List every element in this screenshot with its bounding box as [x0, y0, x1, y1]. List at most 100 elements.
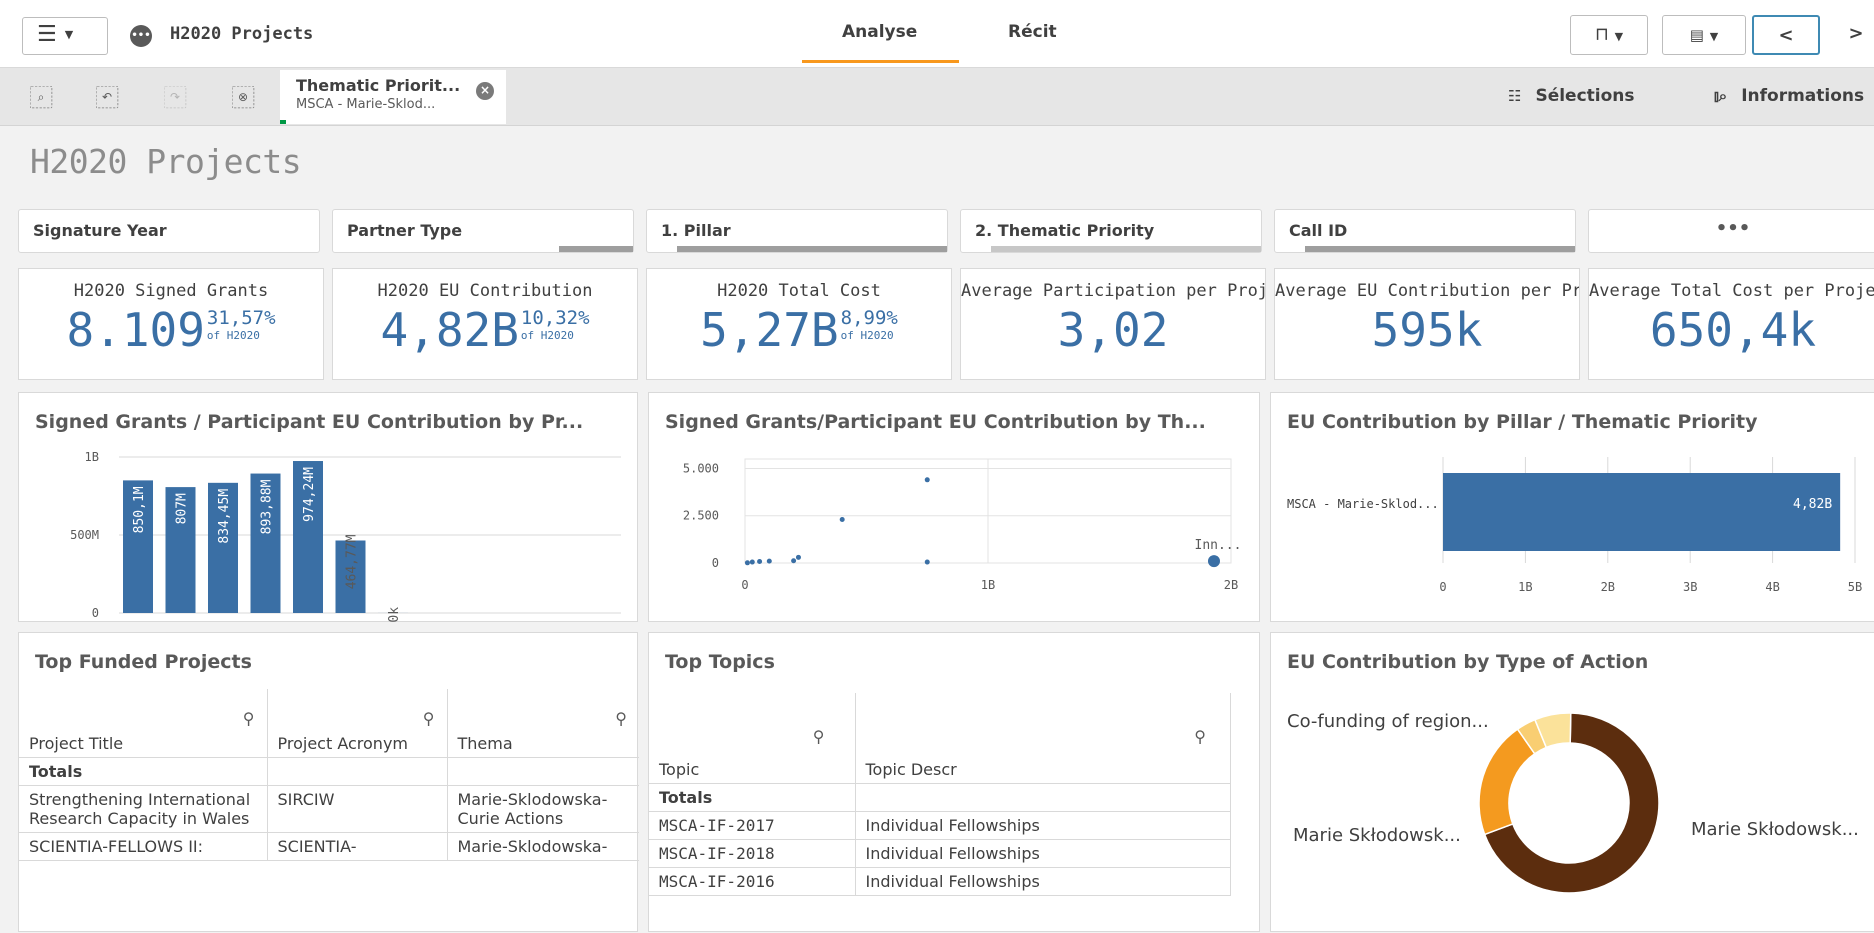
- kpi-of-label: of H2020: [841, 330, 898, 341]
- filter-state-bar: [677, 246, 947, 252]
- hbar-chart-panel[interactable]: EU Contribution by Pillar / Thematic Pri…: [1270, 392, 1874, 622]
- hbar-chart[interactable]: 01B2B3B4B5BMSCA - Marie-Sklod...4,82B: [1271, 393, 1874, 623]
- insights-label: Informations: [1741, 86, 1864, 106]
- x-tick-label: 0: [741, 578, 748, 592]
- data-label: 300k: [387, 607, 402, 623]
- totals-cell: [855, 783, 1231, 811]
- kpi-average-total-cost[interactable]: Average Total Cost per Project 650,4k: [1588, 268, 1874, 380]
- y-tick-label: 2.500: [683, 509, 719, 523]
- table-cell: SCIENTIA-FELLOWS II:: [19, 832, 267, 860]
- bookmarks-button[interactable]: ⊓ ▼: [1570, 15, 1648, 55]
- selection-chip[interactable]: Thematic Priorit... MSCA - Marie-Sklod..…: [280, 70, 506, 124]
- category-label: MSCA - Marie-Sklod...: [1287, 497, 1439, 511]
- filter-label: Signature Year: [33, 221, 167, 240]
- table-cell: Individual Fellowships: [855, 839, 1231, 867]
- kpi-signed-grants[interactable]: H2020 Signed Grants 8.10931,57%of H2020: [18, 268, 324, 380]
- clear-selections-icon[interactable]: ⊗: [232, 86, 255, 109]
- x-tick-label: 5B: [1848, 580, 1862, 594]
- selections-button[interactable]: ☷Sélections: [1508, 86, 1635, 106]
- filter-pillar[interactable]: 1. Pillar: [646, 209, 948, 253]
- kpi-title: H2020 Total Cost: [647, 281, 951, 301]
- search-icon[interactable]: ⚲: [813, 727, 825, 746]
- scatter-chart[interactable]: 02.5005.00001B2BInn...: [649, 393, 1261, 623]
- chevron-left-icon: <: [1778, 25, 1793, 46]
- chevron-down-icon: ▼: [1710, 30, 1718, 43]
- bookmark-icon: ⊓: [1595, 24, 1609, 45]
- kpi-eu-contribution[interactable]: H2020 EU Contribution 4,82B10,32%of H202…: [332, 268, 638, 380]
- search-icon[interactable]: ⚲: [423, 709, 435, 728]
- selection-bar: ⌕ ↶ ↷ ⊗ Thematic Priorit... MSCA - Marie…: [0, 68, 1874, 126]
- filter-signature-year[interactable]: Signature Year: [18, 209, 320, 253]
- kpi-percent: 8,99%: [841, 309, 898, 328]
- kpi-value: 3,02: [961, 303, 1265, 357]
- search-icon[interactable]: ⚲: [1194, 727, 1206, 746]
- donut-chart-panel[interactable]: EU Contribution by Type of Action Co-fun…: [1270, 632, 1874, 932]
- totals-row: Totals: [649, 783, 1231, 811]
- next-sheet-button[interactable]: >: [1826, 15, 1874, 55]
- column-header-thema[interactable]: Thema ⚲: [447, 689, 639, 757]
- x-tick-label: 1B: [1518, 580, 1532, 594]
- filter-thematic-priority[interactable]: 2. Thematic Priority: [960, 209, 1262, 253]
- filter-label: Partner Type: [347, 221, 462, 240]
- table-row[interactable]: SCIENTIA-FELLOWS II: SCIENTIA- Marie-Skl…: [19, 832, 639, 860]
- filter-label: Call ID: [1289, 221, 1347, 240]
- chip-indicator: [280, 120, 286, 124]
- totals-row: Totals: [19, 757, 639, 785]
- sheets-button[interactable]: ▤ ▼: [1662, 15, 1746, 55]
- column-header-project-acronym[interactable]: Project Acronym ⚲: [267, 689, 447, 757]
- donut-chart[interactable]: [1271, 633, 1874, 933]
- header-label: Project Acronym: [278, 734, 409, 753]
- data-label: 464,77M: [345, 534, 360, 589]
- filter-partner-type[interactable]: Partner Type: [332, 209, 634, 253]
- scatter-chart-panel[interactable]: Signed Grants/Participant EU Contributio…: [648, 392, 1260, 622]
- kpi-main-value: 4,82B: [380, 303, 518, 357]
- totals-label: Totals: [649, 783, 855, 811]
- table-row[interactable]: Strengthening International Research Cap…: [19, 785, 639, 832]
- table-cell: Marie-Sklodowska-Curie Actions: [447, 785, 639, 832]
- filter-call-id[interactable]: Call ID: [1274, 209, 1576, 253]
- tab-analyse[interactable]: Analyse: [842, 22, 917, 42]
- kpi-average-eu-contribution[interactable]: Average EU Contribution per Pro... 595k: [1274, 268, 1580, 380]
- table-row[interactable]: MSCA-IF-2016 Individual Fellowships: [649, 867, 1231, 895]
- table-cell: Individual Fellowships: [855, 811, 1231, 839]
- kpi-percent: 10,32%: [521, 309, 590, 328]
- chip-field-name: Thematic Priorit...: [296, 76, 490, 95]
- donut-slice: [1479, 729, 1535, 834]
- navigation-menu-button[interactable]: ☰▼: [22, 17, 108, 55]
- app-title: H2020 Projects: [170, 24, 313, 44]
- kpi-value: 595k: [1275, 303, 1579, 357]
- data-label: 834,45M: [217, 489, 232, 544]
- search-icon[interactable]: ⚲: [243, 709, 255, 728]
- search-icon[interactable]: ⚲: [615, 709, 627, 728]
- header-label: Thema: [458, 734, 513, 753]
- kpi-of-label: of H2020: [207, 330, 276, 341]
- column-header-topic-descr[interactable]: Topic Descr⚲: [855, 693, 1231, 783]
- step-forward-icon[interactable]: ↷: [164, 86, 187, 109]
- close-icon[interactable]: ×: [476, 82, 494, 100]
- table-cell: MSCA-IF-2018: [649, 839, 855, 867]
- more-filters-button[interactable]: •••: [1588, 209, 1874, 253]
- step-back-icon[interactable]: ↶: [96, 86, 119, 109]
- table-row[interactable]: MSCA-IF-2017 Individual Fellowships: [649, 811, 1231, 839]
- app-icon: •••: [130, 25, 152, 47]
- scatter-point: [757, 559, 762, 564]
- table-row[interactable]: MSCA-IF-2018 Individual Fellowships: [649, 839, 1231, 867]
- previous-sheet-button[interactable]: <: [1752, 15, 1820, 55]
- chip-field-value: MSCA - Marie-Sklod...: [296, 97, 490, 112]
- column-header-project-title[interactable]: Project Title ⚲: [19, 689, 267, 757]
- insights-button[interactable]: ⫾⌕Informations: [1714, 86, 1864, 106]
- topics-table: Topic⚲ Topic Descr⚲ Totals MSCA-IF-2017 …: [649, 693, 1231, 896]
- bar-chart[interactable]: 0500M1B850,1M807M834,45M893,88M974,24M46…: [19, 393, 639, 623]
- data-label: 974,24M: [302, 467, 317, 522]
- kpi-total-cost[interactable]: H2020 Total Cost 5,27B8,99%of H2020: [646, 268, 952, 380]
- header-label: Project Title: [29, 734, 123, 753]
- table-cell: SCIENTIA-: [267, 832, 447, 860]
- totals-cell: [267, 757, 447, 785]
- table-cell: Strengthening International Research Cap…: [19, 785, 267, 832]
- kpi-average-participation[interactable]: Average Participation per Project 3,02: [960, 268, 1266, 380]
- bar-chart-panel[interactable]: Signed Grants / Participant EU Contribut…: [18, 392, 638, 622]
- smart-search-icon[interactable]: ⌕: [30, 86, 53, 109]
- tab-recit[interactable]: Récit: [1008, 22, 1057, 42]
- column-header-topic[interactable]: Topic⚲: [649, 693, 855, 783]
- scatter-point: [796, 555, 801, 560]
